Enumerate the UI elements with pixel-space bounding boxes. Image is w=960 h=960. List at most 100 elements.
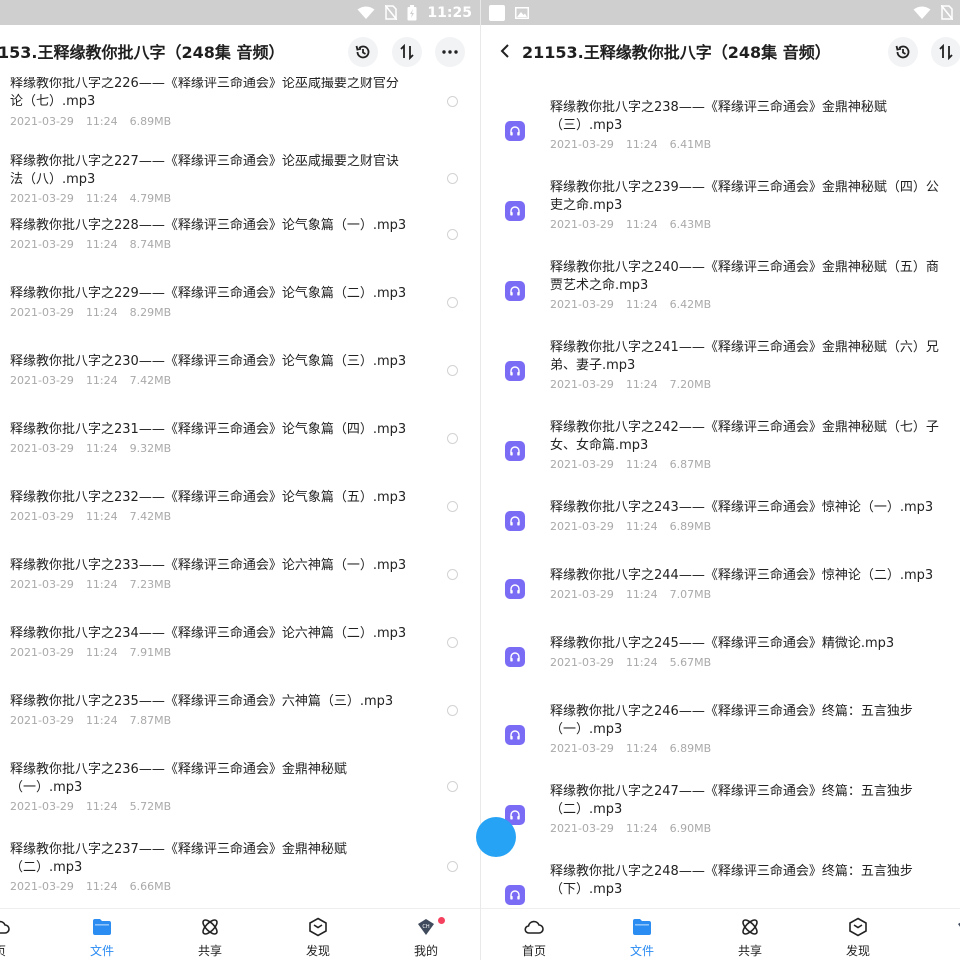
battery-charging-icon <box>407 4 417 21</box>
file-meta: 2021-03-29 11:24 7.20MB <box>550 378 712 391</box>
select-radio[interactable] <box>447 705 458 716</box>
list-item[interactable]: 释缘教你批八字之237——《释缘评三命通会》金鼎神秘赋 （二）.mp3 2021-0… <box>0 841 480 908</box>
list-item[interactable]: 释缘教你批八字之246——《释缘评三命通会》终篇：五言独步 （一）.mp3 2021… <box>481 703 960 783</box>
audio-file-icon <box>505 361 525 381</box>
tab-home[interactable]: 首页 <box>499 909 569 960</box>
select-radio[interactable] <box>447 173 458 184</box>
file-meta: 2021-03-29 11:24 6.41MB <box>550 138 712 151</box>
list-item[interactable]: 释缘教你批八字之239——《释缘评三命通会》金鼎神秘赋（四）公 吏之命.mp3 20… <box>481 179 960 259</box>
select-radio[interactable] <box>447 365 458 376</box>
select-radio[interactable] <box>447 637 458 648</box>
bottom-tab-bar: 页 文件 共享 发现 CH 我的 <box>0 908 480 960</box>
tab-mine[interactable]: CH 我的 <box>391 909 461 960</box>
file-meta: 2021-03-29 11:24 7.42MB <box>10 510 172 523</box>
audio-file-icon <box>505 725 525 745</box>
file-meta: 2021-03-29 11:24 6.87MB <box>550 458 712 471</box>
audio-file-icon <box>505 579 525 599</box>
bottom-tab-bar: 首页 文件 共享 发现 我 <box>481 908 960 960</box>
profile-gem-icon: CH <box>418 919 434 935</box>
file-meta: 2021-03-29 11:24 6.42MB <box>550 298 712 311</box>
list-item[interactable]: 释缘教你批八字之242——《释缘评三命通会》金鼎神秘赋（七）子 女、女命篇.mp3… <box>481 419 960 499</box>
select-radio[interactable] <box>447 501 458 512</box>
tab-files[interactable]: 文件 <box>607 909 677 960</box>
file-name: 释缘教你批八字之240——《释缘评三命通会》金鼎神秘赋（五）商 贾艺术之命.mp3 <box>550 260 939 293</box>
file-meta: 2021-03-29 11:24 6.89MB <box>550 520 712 533</box>
select-radio[interactable] <box>447 297 458 308</box>
tab-home[interactable]: 页 <box>0 909 35 960</box>
list-item[interactable]: 释缘教你批八字之248——《释缘评三命通会》终篇：五言独步 （下）.mp3 <box>481 863 960 908</box>
select-radio[interactable] <box>447 861 458 872</box>
file-list: 释缘教你批八字之226——《释缘评三命通会》论巫咸撮要之财官分 论（七）.mp3… <box>0 77 480 908</box>
file-meta: 2021-03-29 11:24 7.23MB <box>10 578 172 591</box>
back-button[interactable] <box>495 39 515 63</box>
tab-files[interactable]: 文件 <box>67 909 137 960</box>
file-meta: 2021-03-29 11:24 6.89MB <box>10 115 172 128</box>
file-name: 释缘教你批八字之230——《释缘评三命通会》论气象篇（三）.mp3 <box>10 354 407 369</box>
file-meta: 2021-03-29 11:24 7.87MB <box>10 714 172 727</box>
file-meta: 2021-03-29 11:24 7.91MB <box>10 646 172 659</box>
audio-file-icon <box>505 281 525 301</box>
notification-square-icon <box>489 4 505 21</box>
chevron-left-icon <box>500 44 509 58</box>
audio-file-icon <box>505 885 525 905</box>
file-meta: 2021-03-29 11:24 6.43MB <box>550 218 712 231</box>
list-item[interactable]: 释缘教你批八字之238——《释缘评三命通会》金鼎神秘赋 （三）.mp3 2021-0… <box>481 99 960 179</box>
list-item[interactable]: 释缘教你批八字之226——《释缘评三命通会》论巫咸撮要之财官分 论（七）.mp3… <box>0 77 480 129</box>
floating-action-button[interactable] <box>476 817 516 857</box>
file-name: 释缘教你批八字之231——《释缘评三命通会》论气象篇（四）.mp3 <box>10 422 407 437</box>
list-item[interactable]: 释缘教你批八字之241——《释缘评三命通会》金鼎神秘赋（六）兄 弟、妻子.mp3 2… <box>481 339 960 419</box>
audio-file-icon <box>505 441 525 461</box>
file-name: 释缘教你批八字之245——《释缘评三命通会》精微论.mp3 <box>550 636 895 651</box>
file-name: 释缘教你批八字之242——《释缘评三命通会》金鼎神秘赋（七）子 女、女命篇.mp3 <box>550 420 939 453</box>
sort-arrows-icon <box>400 44 414 60</box>
tab-discover[interactable]: 发现 <box>823 909 893 960</box>
history-clock-icon <box>355 45 370 59</box>
file-name: 释缘教你批八字之236——《释缘评三命通会》金鼎神秘赋 （一）.mp3 <box>10 762 347 795</box>
file-name: 释缘教你批八字之228——《释缘评三命通会》论气象篇（一）.mp3 <box>10 218 407 233</box>
select-radio[interactable] <box>447 433 458 444</box>
clock: 11:25 <box>427 4 472 21</box>
tab-share[interactable]: 共享 <box>715 909 785 960</box>
list-item[interactable]: 释缘教你批八字之236——《释缘评三命通会》金鼎神秘赋 （一）.mp3 2021-0… <box>0 761 480 841</box>
file-name: 释缘教你批八字之237——《释缘评三命通会》金鼎神秘赋 （二）.mp3 <box>10 842 347 875</box>
file-name: 释缘教你批八字之246——《释缘评三命通会》终篇：五言独步 （一）.mp3 <box>550 704 913 737</box>
file-name: 释缘教你批八字之235——《释缘评三命通会》六神篇（三）.mp3 <box>10 694 394 709</box>
file-name: 释缘教你批八字之243——《释缘评三命通会》惊神论（一）.mp3 <box>550 500 934 515</box>
list-item[interactable]: 释缘教你批八字之247——《释缘评三命通会》终篇：五言独步 （二）.mp3 2021… <box>481 783 960 863</box>
no-sim-icon <box>941 5 953 20</box>
audio-file-icon <box>505 511 525 531</box>
cloud-icon <box>0 920 10 934</box>
audio-file-icon <box>505 201 525 221</box>
file-name: 释缘教你批八字之229——《释缘评三命通会》论气象篇（二）.mp3 <box>10 286 407 301</box>
file-list: 释缘教你批八字之238——《释缘评三命通会》金鼎神秘赋 （三）.mp3 2021-0… <box>481 77 960 908</box>
app-header: 21153.王释缘教你批八字（248集 音频） <box>481 25 960 77</box>
tab-discover[interactable]: 发现 <box>283 909 353 960</box>
file-name: 释缘教你批八字之233——《释缘评三命通会》论六神篇（一）.mp3 <box>10 558 407 573</box>
file-meta: 2021-03-29 11:24 6.89MB <box>550 742 712 755</box>
right-screen: 21153.王释缘教你批八字（248集 音频） 释缘教你批八字之238——《释缘… <box>481 0 960 960</box>
file-name: 释缘教你批八字之247——《释缘评三命通会》终篇：五言独步 （二）.mp3 <box>550 784 913 817</box>
select-radio[interactable] <box>447 229 458 240</box>
tab-share[interactable]: 共享 <box>175 909 245 960</box>
sort-arrows-icon <box>939 44 953 60</box>
file-meta: 2021-03-29 11:24 8.74MB <box>10 238 172 251</box>
file-meta: 2021-03-29 11:24 6.90MB <box>550 822 712 835</box>
file-meta: 2021-03-29 11:24 6.66MB <box>10 880 172 893</box>
select-radio[interactable] <box>447 781 458 792</box>
tab-mine[interactable]: 我 <box>931 909 960 960</box>
sort-button[interactable] <box>392 37 422 67</box>
discover-cube-icon <box>849 917 867 937</box>
history-button[interactable] <box>348 37 378 67</box>
list-item[interactable]: 释缘教你批八字之240——《释缘评三命通会》金鼎神秘赋（五）商 贾艺术之命.mp3… <box>481 259 960 339</box>
history-button[interactable] <box>888 37 918 67</box>
status-bar <box>481 0 960 25</box>
select-radio[interactable] <box>447 96 458 107</box>
file-meta: 2021-03-29 11:24 7.07MB <box>550 588 712 601</box>
no-sim-icon <box>385 5 398 20</box>
page-title: 153.王释缘教你批八字（248集 音频） <box>0 43 285 62</box>
file-name: 释缘教你批八字之239——《释缘评三命通会》金鼎神秘赋（四）公 吏之命.mp3 <box>550 180 939 213</box>
file-meta: 2021-03-29 11:24 5.72MB <box>10 800 172 813</box>
more-button[interactable] <box>435 37 465 67</box>
select-radio[interactable] <box>447 569 458 580</box>
sort-button[interactable] <box>931 37 960 67</box>
